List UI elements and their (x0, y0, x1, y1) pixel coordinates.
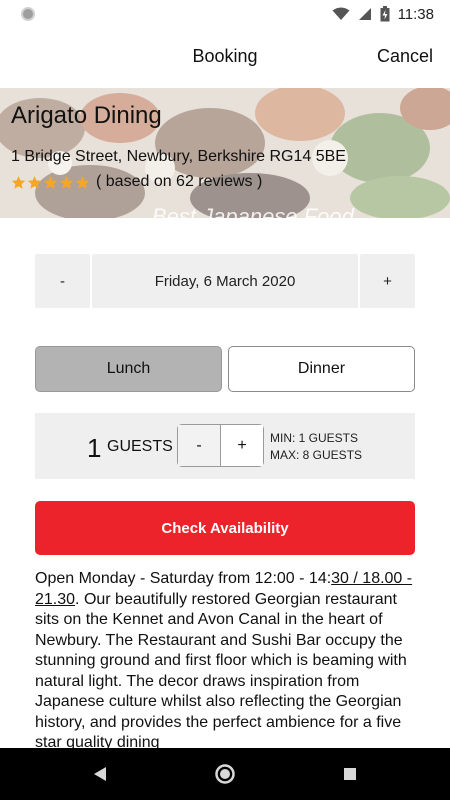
selected-date[interactable]: Friday, 6 March 2020 (92, 254, 358, 308)
recents-icon[interactable] (338, 762, 362, 786)
guests-label: GUESTS (107, 438, 173, 455)
star-icon (43, 175, 58, 189)
signal-icon (358, 8, 371, 20)
min-guests-text: MIN: 1 GUESTS (270, 431, 359, 445)
max-guests-text: MAX: 8 GUESTS (270, 448, 363, 462)
guest-selector: 1 GUESTS - + MIN: 1 GUESTS MAX: 8 GUESTS (35, 413, 415, 479)
star-icon (75, 175, 90, 189)
restaurant-address: 1 Bridge Street, Newbury, Berkshire RG14… (11, 148, 346, 165)
restaurant-name: Arigato Dining (11, 102, 162, 129)
guest-count: 1 (87, 433, 102, 463)
dinner-button[interactable]: Dinner (228, 346, 415, 392)
check-availability-button[interactable]: Check Availability (35, 501, 415, 555)
restaurant-banner: Arigato Dining 1 Bridge Street, Newbury,… (0, 88, 450, 218)
back-icon[interactable] (88, 762, 112, 786)
date-picker: - Friday, 6 March 2020 + (35, 254, 415, 308)
decrease-guests-button[interactable]: - (178, 425, 220, 466)
star-icon (27, 175, 42, 189)
battery-icon (380, 6, 390, 22)
star-icon (59, 175, 74, 189)
description-intro: Open Monday - Saturday from 12:00 - 14: (35, 570, 332, 587)
meal-toggle: Lunch Dinner (35, 346, 415, 392)
system-nav-bar (0, 748, 450, 800)
star-icon (11, 175, 26, 189)
wifi-icon (332, 7, 350, 20)
previous-date-button[interactable]: - (35, 254, 90, 308)
banner-tagline: Best Japanese Food (152, 204, 354, 218)
app-header: Booking Cancel (0, 28, 450, 88)
notification-dot-icon (21, 7, 35, 21)
status-bar: 11:38 (0, 0, 450, 28)
increase-guests-button[interactable]: + (220, 425, 263, 466)
status-icons: 11:38 (332, 4, 434, 24)
next-date-button[interactable]: + (360, 254, 415, 308)
guest-limits: MIN: 1 GUESTS MAX: 8 GUESTS (270, 430, 362, 464)
guest-stepper: - + (177, 424, 264, 467)
rating: ( based on 62 reviews ) (11, 171, 262, 193)
status-time: 11:38 (397, 5, 434, 23)
rating-stars (11, 175, 90, 190)
restaurant-description: Open Monday - Saturday from 12:00 - 14:3… (35, 569, 420, 749)
home-icon[interactable] (213, 762, 237, 786)
description-body: . Our beautifully restored Georgian rest… (35, 590, 407, 750)
cancel-button[interactable]: Cancel (377, 46, 433, 67)
lunch-button[interactable]: Lunch (35, 346, 222, 392)
review-count: ( based on 62 reviews ) (96, 173, 263, 190)
